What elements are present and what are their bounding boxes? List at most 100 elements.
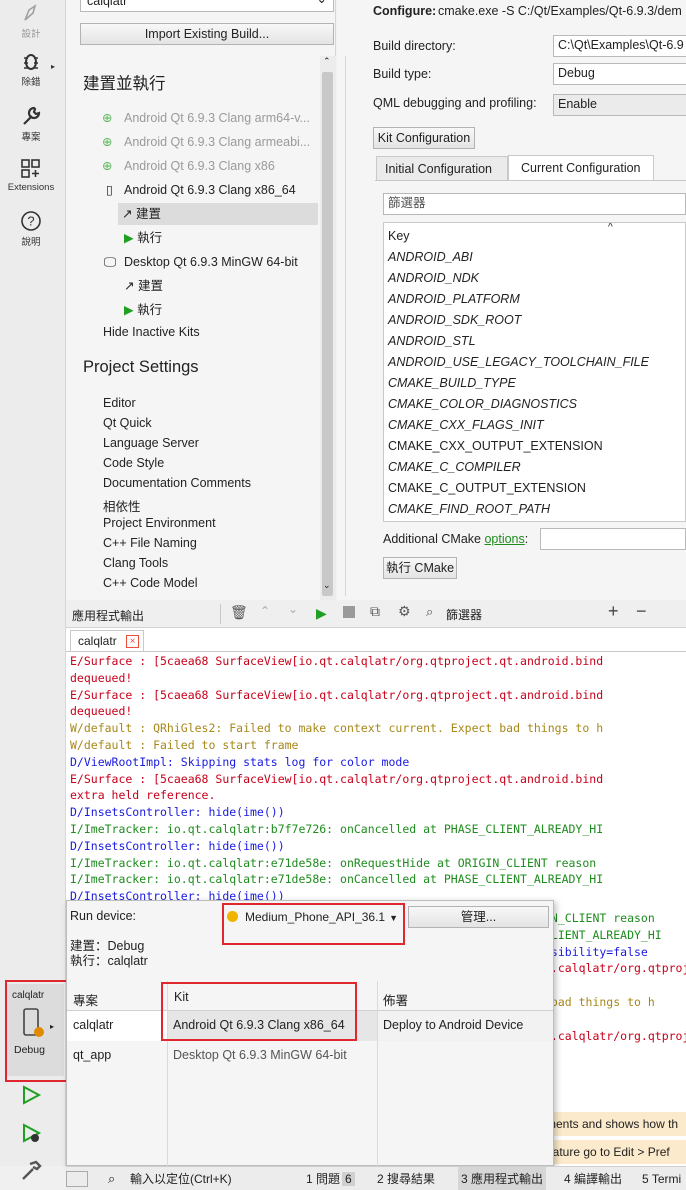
settings-editor[interactable]: Editor bbox=[103, 396, 136, 410]
log-line: D/InsetsController: hide(ime()) bbox=[70, 838, 285, 853]
tab-terminal[interactable]: 5 Termi bbox=[642, 1167, 681, 1190]
highlight-target-selector bbox=[5, 980, 75, 1082]
tab-initial-configuration[interactable]: Initial Configuration bbox=[376, 156, 508, 180]
kit-configuration-button[interactable]: Kit Configuration bbox=[373, 127, 475, 149]
kit-run-label: 執行 bbox=[137, 231, 163, 245]
project-combo[interactable]: calqlatr ⌄ bbox=[80, 0, 334, 12]
cmake-key-row[interactable]: ANDROID_ABI bbox=[384, 247, 685, 268]
settings-language-server[interactable]: Language Server bbox=[103, 436, 199, 450]
stop-icon[interactable] bbox=[343, 606, 355, 618]
tab-num: 2 bbox=[377, 1172, 384, 1186]
chevron-down-icon[interactable]: ⌄ bbox=[288, 602, 298, 616]
kit-build-item[interactable]: ↗ 建置 bbox=[122, 203, 161, 225]
mode-design-label: 設計 bbox=[21, 29, 41, 40]
output-filter-input[interactable]: 篩選器 bbox=[446, 606, 482, 623]
row-project[interactable]: qt_app bbox=[73, 1048, 111, 1062]
cmake-key-row[interactable]: CMAKE_C_COMPILER bbox=[384, 457, 685, 478]
close-tab-icon[interactable]: × bbox=[126, 635, 139, 648]
mode-extensions[interactable]: Extensions bbox=[0, 158, 62, 193]
rerun-icon[interactable]: ▶ bbox=[316, 605, 327, 622]
kit-run-item[interactable]: ▶ 執行 bbox=[124, 299, 162, 321]
run-cmake-button[interactable]: 執行 CMake bbox=[383, 557, 457, 579]
tab-compile-output[interactable]: 4 編譯輸出 bbox=[564, 1167, 622, 1190]
attach-icon[interactable]: ⧉ bbox=[370, 603, 380, 620]
settings-code-style[interactable]: Code Style bbox=[103, 456, 164, 470]
options-link[interactable]: options bbox=[484, 532, 524, 546]
additional-cmake-input[interactable] bbox=[540, 528, 686, 550]
qml-debug-select[interactable]: Enable bbox=[553, 94, 686, 116]
output-log: E/Surface : [5caea68 SurfaceView[io.qt.c… bbox=[70, 653, 686, 905]
cmake-key-row[interactable]: ANDROID_USE_LEGACY_TOOLCHAIN_FILE bbox=[384, 352, 685, 373]
cmake-key-list: ANDROID_ABI ANDROID_NDK ANDROID_PLATFORM AN… bbox=[384, 247, 685, 520]
table-header-key[interactable]: Key ^ bbox=[384, 223, 685, 247]
cmake-key-row[interactable]: CMAKE_BUILD_TYPE bbox=[384, 373, 685, 394]
gear-icon[interactable]: ⚙ bbox=[398, 603, 411, 620]
import-build-button[interactable]: Import Existing Build... bbox=[80, 23, 334, 45]
hide-inactive-kits[interactable]: Hide Inactive Kits bbox=[103, 321, 200, 343]
settings-cpp-code-model[interactable]: C++ Code Model bbox=[103, 576, 198, 590]
tab-app-output[interactable]: 3 應用程式輸出 bbox=[458, 1167, 547, 1190]
build-hammer-icon[interactable] bbox=[20, 1160, 42, 1182]
settings-clang-tools[interactable]: Clang Tools bbox=[103, 556, 168, 570]
kit-row[interactable]: ⊕ Android Qt 6.9.3 Clang arm64-v... bbox=[102, 107, 310, 129]
kit-row[interactable]: 🖵 Desktop Qt 6.9.3 MinGW 64-bit bbox=[104, 251, 298, 273]
settings-dependencies[interactable]: 相依性 bbox=[103, 496, 141, 515]
tab-issues[interactable]: 1 問題 6 bbox=[306, 1167, 355, 1190]
settings-qt-quick[interactable]: Qt Quick bbox=[103, 416, 152, 430]
settings-cpp-file-naming[interactable]: C++ File Naming bbox=[103, 536, 197, 550]
chevron-up-icon[interactable]: ⌃ bbox=[260, 604, 270, 618]
cmake-key-row[interactable]: CMAKE_CXX_OUTPUT_EXTENSION bbox=[384, 436, 685, 457]
filter-input[interactable]: 篩選器 bbox=[383, 193, 686, 215]
kit-label: Android Qt 6.9.3 Clang x86_64 bbox=[124, 183, 296, 197]
projects-wrench-icon bbox=[23, 106, 41, 125]
mode-help[interactable]: ? 說明 bbox=[0, 210, 62, 248]
trash-icon[interactable]: 🗑 bbox=[230, 604, 248, 621]
cmake-key-row[interactable]: ANDROID_PLATFORM bbox=[384, 289, 685, 310]
cmake-key-row[interactable]: CMAKE_CXX_FLAGS_INIT bbox=[384, 415, 685, 436]
build-type-label: Build type: bbox=[373, 67, 432, 81]
cmake-variables-table[interactable]: Key ^ ANDROID_ABI ANDROID_NDK ANDROID_PLATF… bbox=[383, 222, 686, 522]
header-deploy: 佈署 bbox=[383, 994, 409, 1008]
cmake-key-row[interactable]: CMAKE_C_OUTPUT_EXTENSION bbox=[384, 478, 685, 499]
row-kit[interactable]: Desktop Qt 6.9.3 MinGW 64-bit bbox=[173, 1048, 347, 1062]
row-project[interactable]: calqlatr bbox=[73, 1018, 113, 1032]
monitor-icon: 🖵 bbox=[104, 255, 117, 269]
log-line-tail: IN_CLIENT reason bbox=[544, 911, 655, 925]
locator-input[interactable]: 輸入以定位(Ctrl+K) bbox=[130, 1167, 232, 1190]
settings-doc-comments[interactable]: Documentation Comments bbox=[103, 476, 251, 490]
cmake-key-row[interactable]: ANDROID_NDK bbox=[384, 268, 685, 289]
kit-row[interactable]: ▯ Android Qt 6.9.3 Clang x86_64 bbox=[104, 179, 296, 201]
add-pane-icon[interactable]: + bbox=[608, 601, 619, 622]
kit-build-item[interactable]: ↗ 建置 bbox=[124, 275, 163, 297]
sidebar-toggle-icon[interactable] bbox=[66, 1171, 88, 1187]
output-tab-calqlatr[interactable]: calqlatr × bbox=[70, 630, 144, 652]
cmake-key-row[interactable]: ANDROID_SDK_ROOT bbox=[384, 310, 685, 331]
scrollbar-thumb[interactable] bbox=[322, 72, 333, 596]
cmake-key-row[interactable]: CMAKE_COLOR_DIAGNOSTICS bbox=[384, 394, 685, 415]
mode-design[interactable]: 設計 bbox=[0, 2, 62, 40]
output-toolbar: 應用程式輸出 🗑 ⌃ ⌄ ▶ ⧉ ⚙ ⌕ 篩選器 + − bbox=[66, 600, 686, 628]
kit-row[interactable]: ⊕ Android Qt 6.9.3 Clang x86 bbox=[102, 155, 275, 177]
run-icon[interactable] bbox=[20, 1084, 42, 1106]
tab-label: 問題 bbox=[316, 1172, 341, 1186]
build-dir-input[interactable]: C:\Qt\Examples\Qt-6.9 bbox=[553, 35, 686, 57]
build-type-select[interactable]: Debug bbox=[553, 63, 686, 85]
cmake-key-row[interactable]: CMAKE_FIND_ROOT_PATH bbox=[384, 499, 685, 520]
phone-icon: ▯ bbox=[106, 183, 113, 197]
tab-label: 編譯輸出 bbox=[574, 1172, 623, 1186]
hammer-icon: ↗ bbox=[124, 279, 135, 293]
kit-row[interactable]: ⊕ Android Qt 6.9.3 Clang armeabi... bbox=[102, 131, 310, 153]
manage-devices-button[interactable]: 管理... bbox=[408, 906, 549, 928]
minimize-pane-icon[interactable]: − bbox=[636, 601, 647, 622]
debug-run-icon[interactable] bbox=[20, 1122, 42, 1144]
mode-projects[interactable]: 專案 bbox=[0, 105, 62, 143]
row-deploy[interactable]: Deploy to Android Device bbox=[383, 1018, 523, 1032]
log-line-tail: t.calqlatr/org.qtproject.qt.android.bind bbox=[544, 961, 686, 976]
tab-current-configuration[interactable]: Current Configuration bbox=[508, 155, 654, 180]
kit-run-item[interactable]: ▶ 執行 bbox=[124, 227, 162, 249]
cmake-key-row[interactable]: ANDROID_STL bbox=[384, 331, 685, 352]
project-panel-scrollbar[interactable]: ⌃ ⌄ bbox=[320, 56, 336, 600]
config-left-divider bbox=[345, 56, 346, 596]
settings-project-environment[interactable]: Project Environment bbox=[103, 516, 216, 530]
tab-search-results[interactable]: 2 搜尋結果 bbox=[377, 1167, 435, 1190]
